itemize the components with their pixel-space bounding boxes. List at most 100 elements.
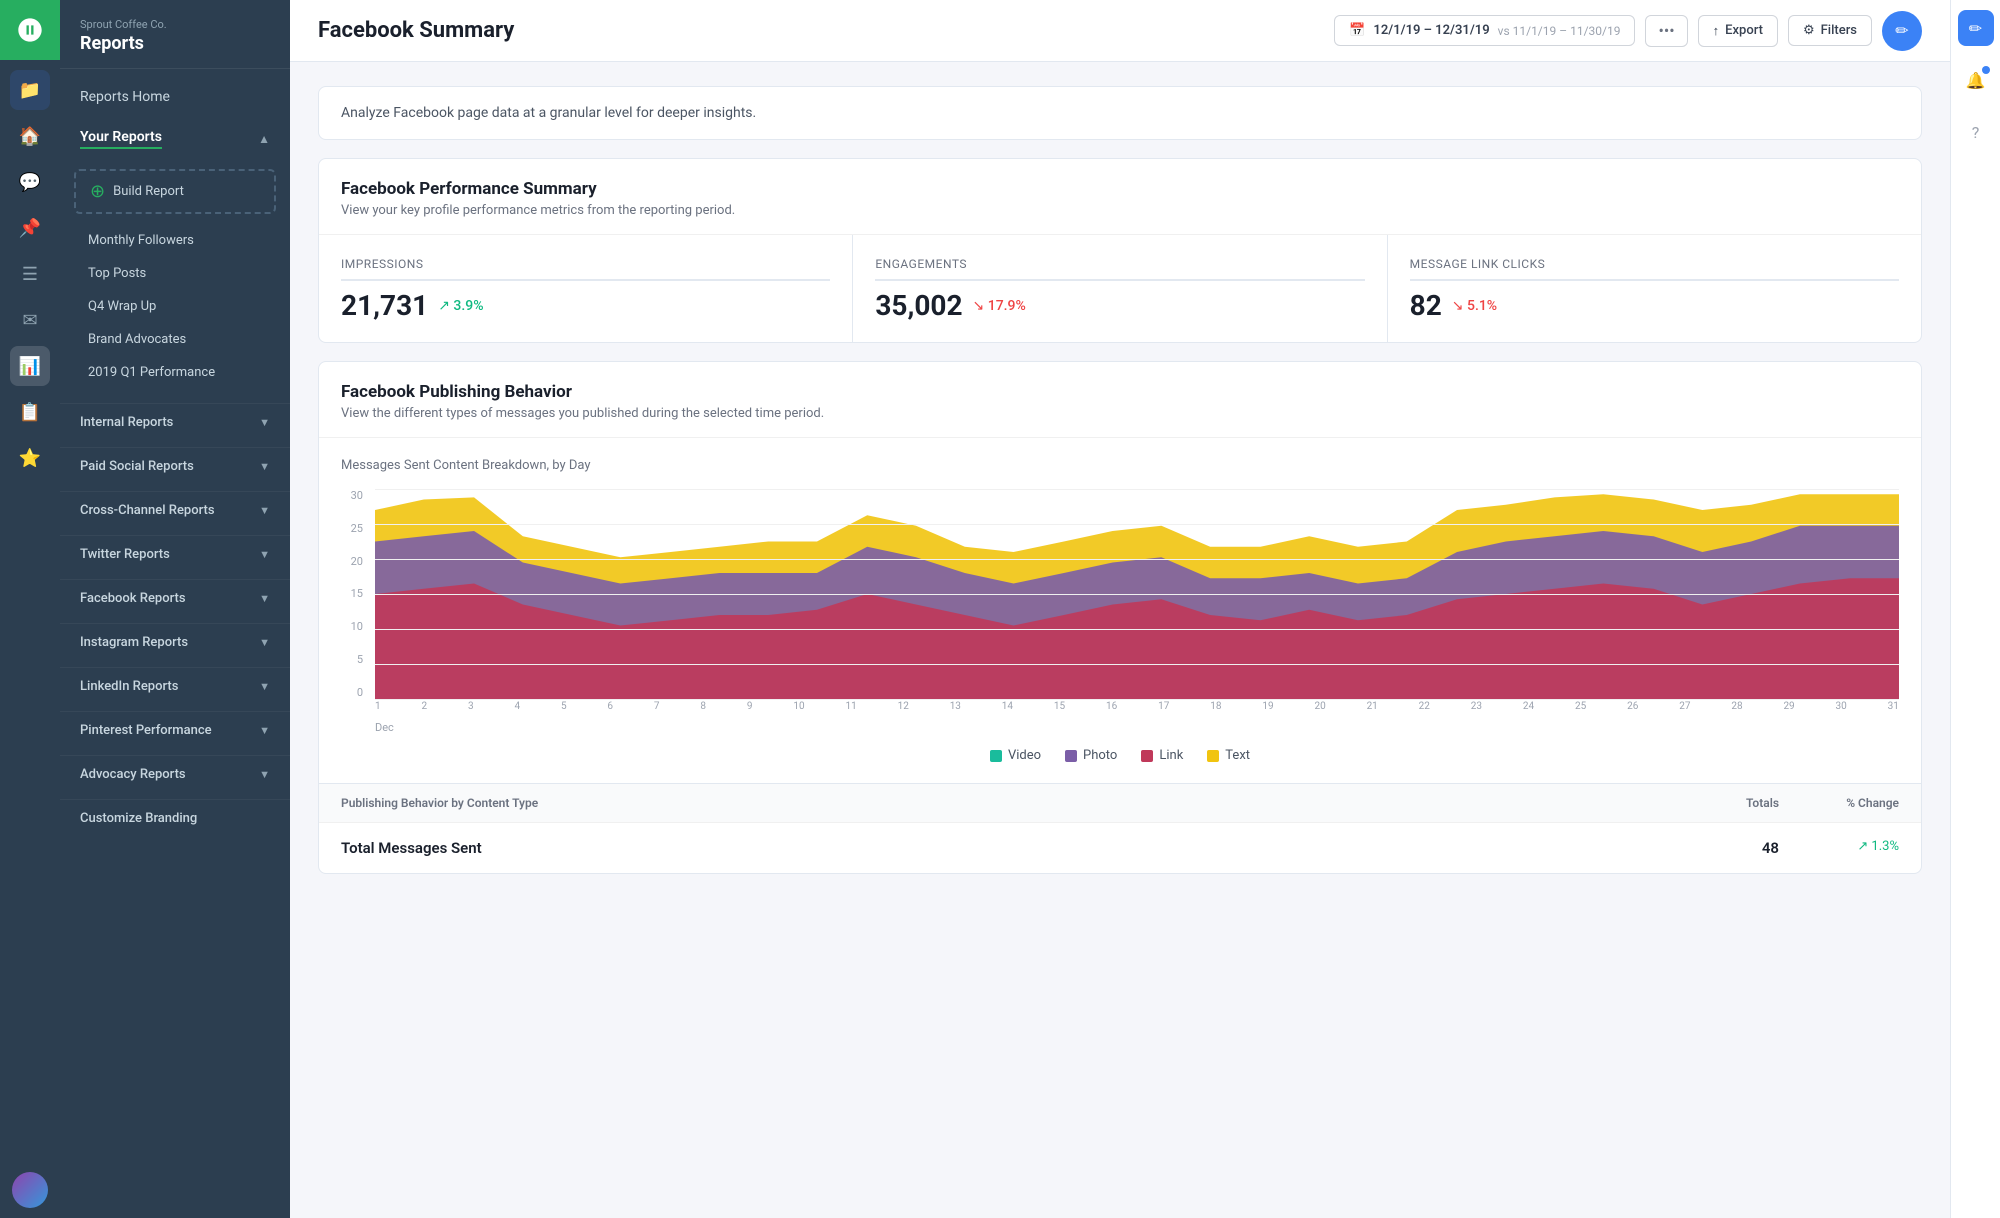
- edit-button[interactable]: ✏: [1882, 11, 1922, 51]
- y-label-30: 30: [351, 489, 363, 502]
- pin-icon[interactable]: 📌: [10, 208, 50, 248]
- sidebar: Sprout Coffee Co. Reports Reports Home Y…: [60, 0, 290, 1218]
- x-label-20: 20: [1314, 701, 1325, 729]
- x-label-25: 25: [1575, 701, 1586, 729]
- y-label-15: 15: [351, 587, 363, 600]
- pinterest-chevron: ▼: [259, 724, 270, 737]
- linkedin-reports-header[interactable]: LinkedIn Reports ▼: [60, 668, 290, 705]
- user-avatar[interactable]: [12, 1172, 48, 1208]
- total-messages-change: ↗ 1.3%: [1779, 839, 1899, 857]
- grid-line-30: [375, 489, 1899, 490]
- y-label-20: 20: [351, 555, 363, 568]
- impressions-value: 21,731 ↗ 3.9%: [341, 289, 830, 322]
- x-label-29: 29: [1783, 701, 1794, 729]
- pub-header-change: % Change: [1779, 796, 1899, 810]
- advocacy-reports-group: Advocacy Reports ▼: [60, 755, 290, 793]
- legend-video: Video: [990, 748, 1041, 763]
- x-label-2: 2: [421, 701, 427, 729]
- publishing-table: Publishing Behavior by Content Type Tota…: [319, 783, 1921, 873]
- link-clicks-change: ↘ 5.1%: [1452, 298, 1497, 314]
- filters-icon: ⚙: [1803, 23, 1815, 38]
- twitter-reports-group: Twitter Reports ▼: [60, 535, 290, 573]
- paid-social-header[interactable]: Paid Social Reports ▼: [60, 448, 290, 485]
- help-rail-button[interactable]: ?: [1958, 114, 1994, 150]
- grid-line-0: [375, 699, 1899, 700]
- export-button[interactable]: ↑ Export: [1698, 15, 1778, 47]
- x-label-19: 19: [1262, 701, 1273, 729]
- date-range-button[interactable]: 📅 12/1/19 – 12/31/19 vs 11/1/19 – 11/30/…: [1334, 15, 1635, 46]
- photo-label: Photo: [1083, 748, 1117, 763]
- text-label: Text: [1225, 748, 1250, 763]
- folder-icon[interactable]: 📁: [10, 70, 50, 110]
- legend-link: Link: [1141, 748, 1183, 763]
- twitter-reports-header[interactable]: Twitter Reports ▼: [60, 536, 290, 573]
- edit-rail-button[interactable]: ✏: [1958, 10, 1994, 46]
- y-label-0: 0: [357, 686, 363, 699]
- right-rail: ✏ 🔔 ?: [1950, 0, 2000, 1218]
- customize-branding-label: Customize Branding: [80, 811, 197, 826]
- y-label-10: 10: [351, 620, 363, 633]
- advocacy-reports-label: Advocacy Reports: [80, 767, 186, 782]
- sidebar-item-reports-home[interactable]: Reports Home: [60, 79, 290, 115]
- list-icon[interactable]: ☰: [10, 254, 50, 294]
- total-messages-label: Total Messages Sent: [341, 839, 1659, 857]
- internal-reports-label: Internal Reports: [80, 415, 173, 430]
- bell-rail-button[interactable]: 🔔: [1958, 62, 1994, 98]
- impressions-change: ↗ 3.9%: [438, 298, 483, 314]
- edit-icon: ✏: [1895, 21, 1908, 40]
- build-report-button[interactable]: ⊕ Build Report: [74, 169, 276, 214]
- x-label-6: 6: [607, 701, 613, 729]
- pinterest-group: Pinterest Performance ▼: [60, 711, 290, 749]
- sidebar-item-top-posts[interactable]: Top Posts: [60, 257, 290, 290]
- x-label-10: 10: [793, 701, 804, 729]
- filters-button[interactable]: ⚙ Filters: [1788, 15, 1872, 46]
- video-color: [990, 750, 1002, 762]
- grid-line-15: [375, 594, 1899, 595]
- customize-branding-header[interactable]: Customize Branding: [60, 800, 290, 837]
- x-label-18: 18: [1210, 701, 1221, 729]
- legend-text: Text: [1207, 748, 1250, 763]
- sidebar-item-monthly-followers[interactable]: Monthly Followers: [60, 224, 290, 257]
- avatar-area: [12, 1162, 48, 1218]
- page-title: Facebook Summary: [318, 18, 514, 43]
- cross-channel-header[interactable]: Cross-Channel Reports ▼: [60, 492, 290, 529]
- more-options-button[interactable]: •••: [1645, 15, 1687, 47]
- internal-reports-header[interactable]: Internal Reports ▼: [60, 404, 290, 441]
- x-label-23: 23: [1471, 701, 1482, 729]
- advocacy-chevron: ▼: [259, 768, 270, 781]
- x-label-21: 21: [1367, 701, 1378, 729]
- instagram-reports-header[interactable]: Instagram Reports ▼: [60, 624, 290, 661]
- advocacy-reports-header[interactable]: Advocacy Reports ▼: [60, 756, 290, 793]
- app-logo[interactable]: [0, 0, 60, 60]
- paid-social-chevron: ▼: [259, 460, 270, 473]
- link-clicks-label: Message Link Clicks: [1410, 257, 1899, 281]
- your-reports-header[interactable]: Your Reports ▲: [60, 119, 290, 159]
- metrics-row: Impressions 21,731 ↗ 3.9% Engagements 35…: [319, 235, 1921, 342]
- facebook-reports-header[interactable]: Facebook Reports ▼: [60, 580, 290, 617]
- send-icon[interactable]: ✉: [10, 300, 50, 340]
- star-icon[interactable]: ⭐: [10, 438, 50, 478]
- icon-rail-items: 📁 🏠 💬 📌 ☰ ✉ 📊 📋 ⭐: [10, 60, 50, 1162]
- instagram-chevron: ▼: [259, 636, 270, 649]
- metric-link-clicks: Message Link Clicks 82 ↘ 5.1%: [1388, 235, 1921, 342]
- chart-icon[interactable]: 📊: [10, 346, 50, 386]
- chart-grid: [375, 489, 1899, 699]
- instagram-reports-group: Instagram Reports ▼: [60, 623, 290, 661]
- facebook-reports-group: Facebook Reports ▼: [60, 579, 290, 617]
- chart-section: Messages Sent Content Breakdown, by Day …: [319, 438, 1921, 783]
- your-reports-section: Your Reports ▲ ⊕ Build Report Monthly Fo…: [60, 119, 290, 397]
- sidebar-item-2019-q1[interactable]: 2019 Q1 Performance: [60, 356, 290, 389]
- page-header: Facebook Summary 📅 12/1/19 – 12/31/19 vs…: [290, 0, 1950, 62]
- chart-y-axis: 30 25 20 15 10 5 0: [341, 489, 369, 699]
- x-label-13: 13: [950, 701, 961, 729]
- y-label-25: 25: [351, 522, 363, 535]
- facebook-chevron: ▼: [259, 592, 270, 605]
- info-text: Analyze Facebook page data at a granular…: [341, 105, 756, 121]
- tasks-icon[interactable]: 📋: [10, 392, 50, 432]
- home-icon[interactable]: 🏠: [10, 116, 50, 156]
- sidebar-item-brand-advocates[interactable]: Brand Advocates: [60, 323, 290, 356]
- messages-icon[interactable]: 💬: [10, 162, 50, 202]
- sidebar-item-q4-wrap-up[interactable]: Q4 Wrap Up: [60, 290, 290, 323]
- page-content: Analyze Facebook page data at a granular…: [290, 62, 1950, 1218]
- pinterest-header[interactable]: Pinterest Performance ▼: [60, 712, 290, 749]
